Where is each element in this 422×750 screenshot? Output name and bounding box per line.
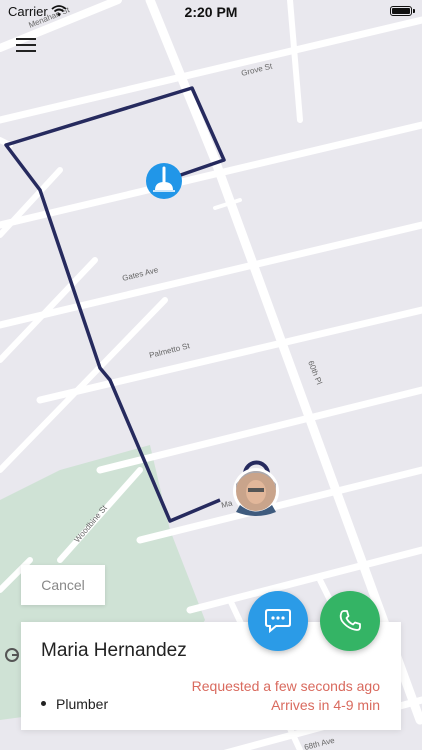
plunger-marker[interactable]	[146, 163, 182, 199]
chat-button[interactable]	[248, 591, 308, 651]
hamburger-menu-icon[interactable]	[16, 37, 36, 53]
service-bullet	[41, 701, 46, 706]
provider-name: Maria Hernandez	[41, 640, 187, 661]
clock-time: 2:20 PM	[184, 4, 238, 20]
call-button[interactable]	[320, 591, 380, 651]
request-status: Requested a few seconds ago	[191, 678, 380, 694]
chat-bubble-icon	[265, 609, 291, 634]
service-type: Plumber	[56, 696, 109, 712]
cancel-button[interactable]: Cancel	[21, 565, 105, 605]
battery-icon	[390, 6, 415, 16]
arrival-eta: Arrives in 4-9 min	[271, 697, 380, 713]
user-avatar	[236, 471, 276, 516]
phone-icon	[339, 610, 361, 631]
status-bar: Carrier 2:20 PM	[0, 0, 422, 22]
